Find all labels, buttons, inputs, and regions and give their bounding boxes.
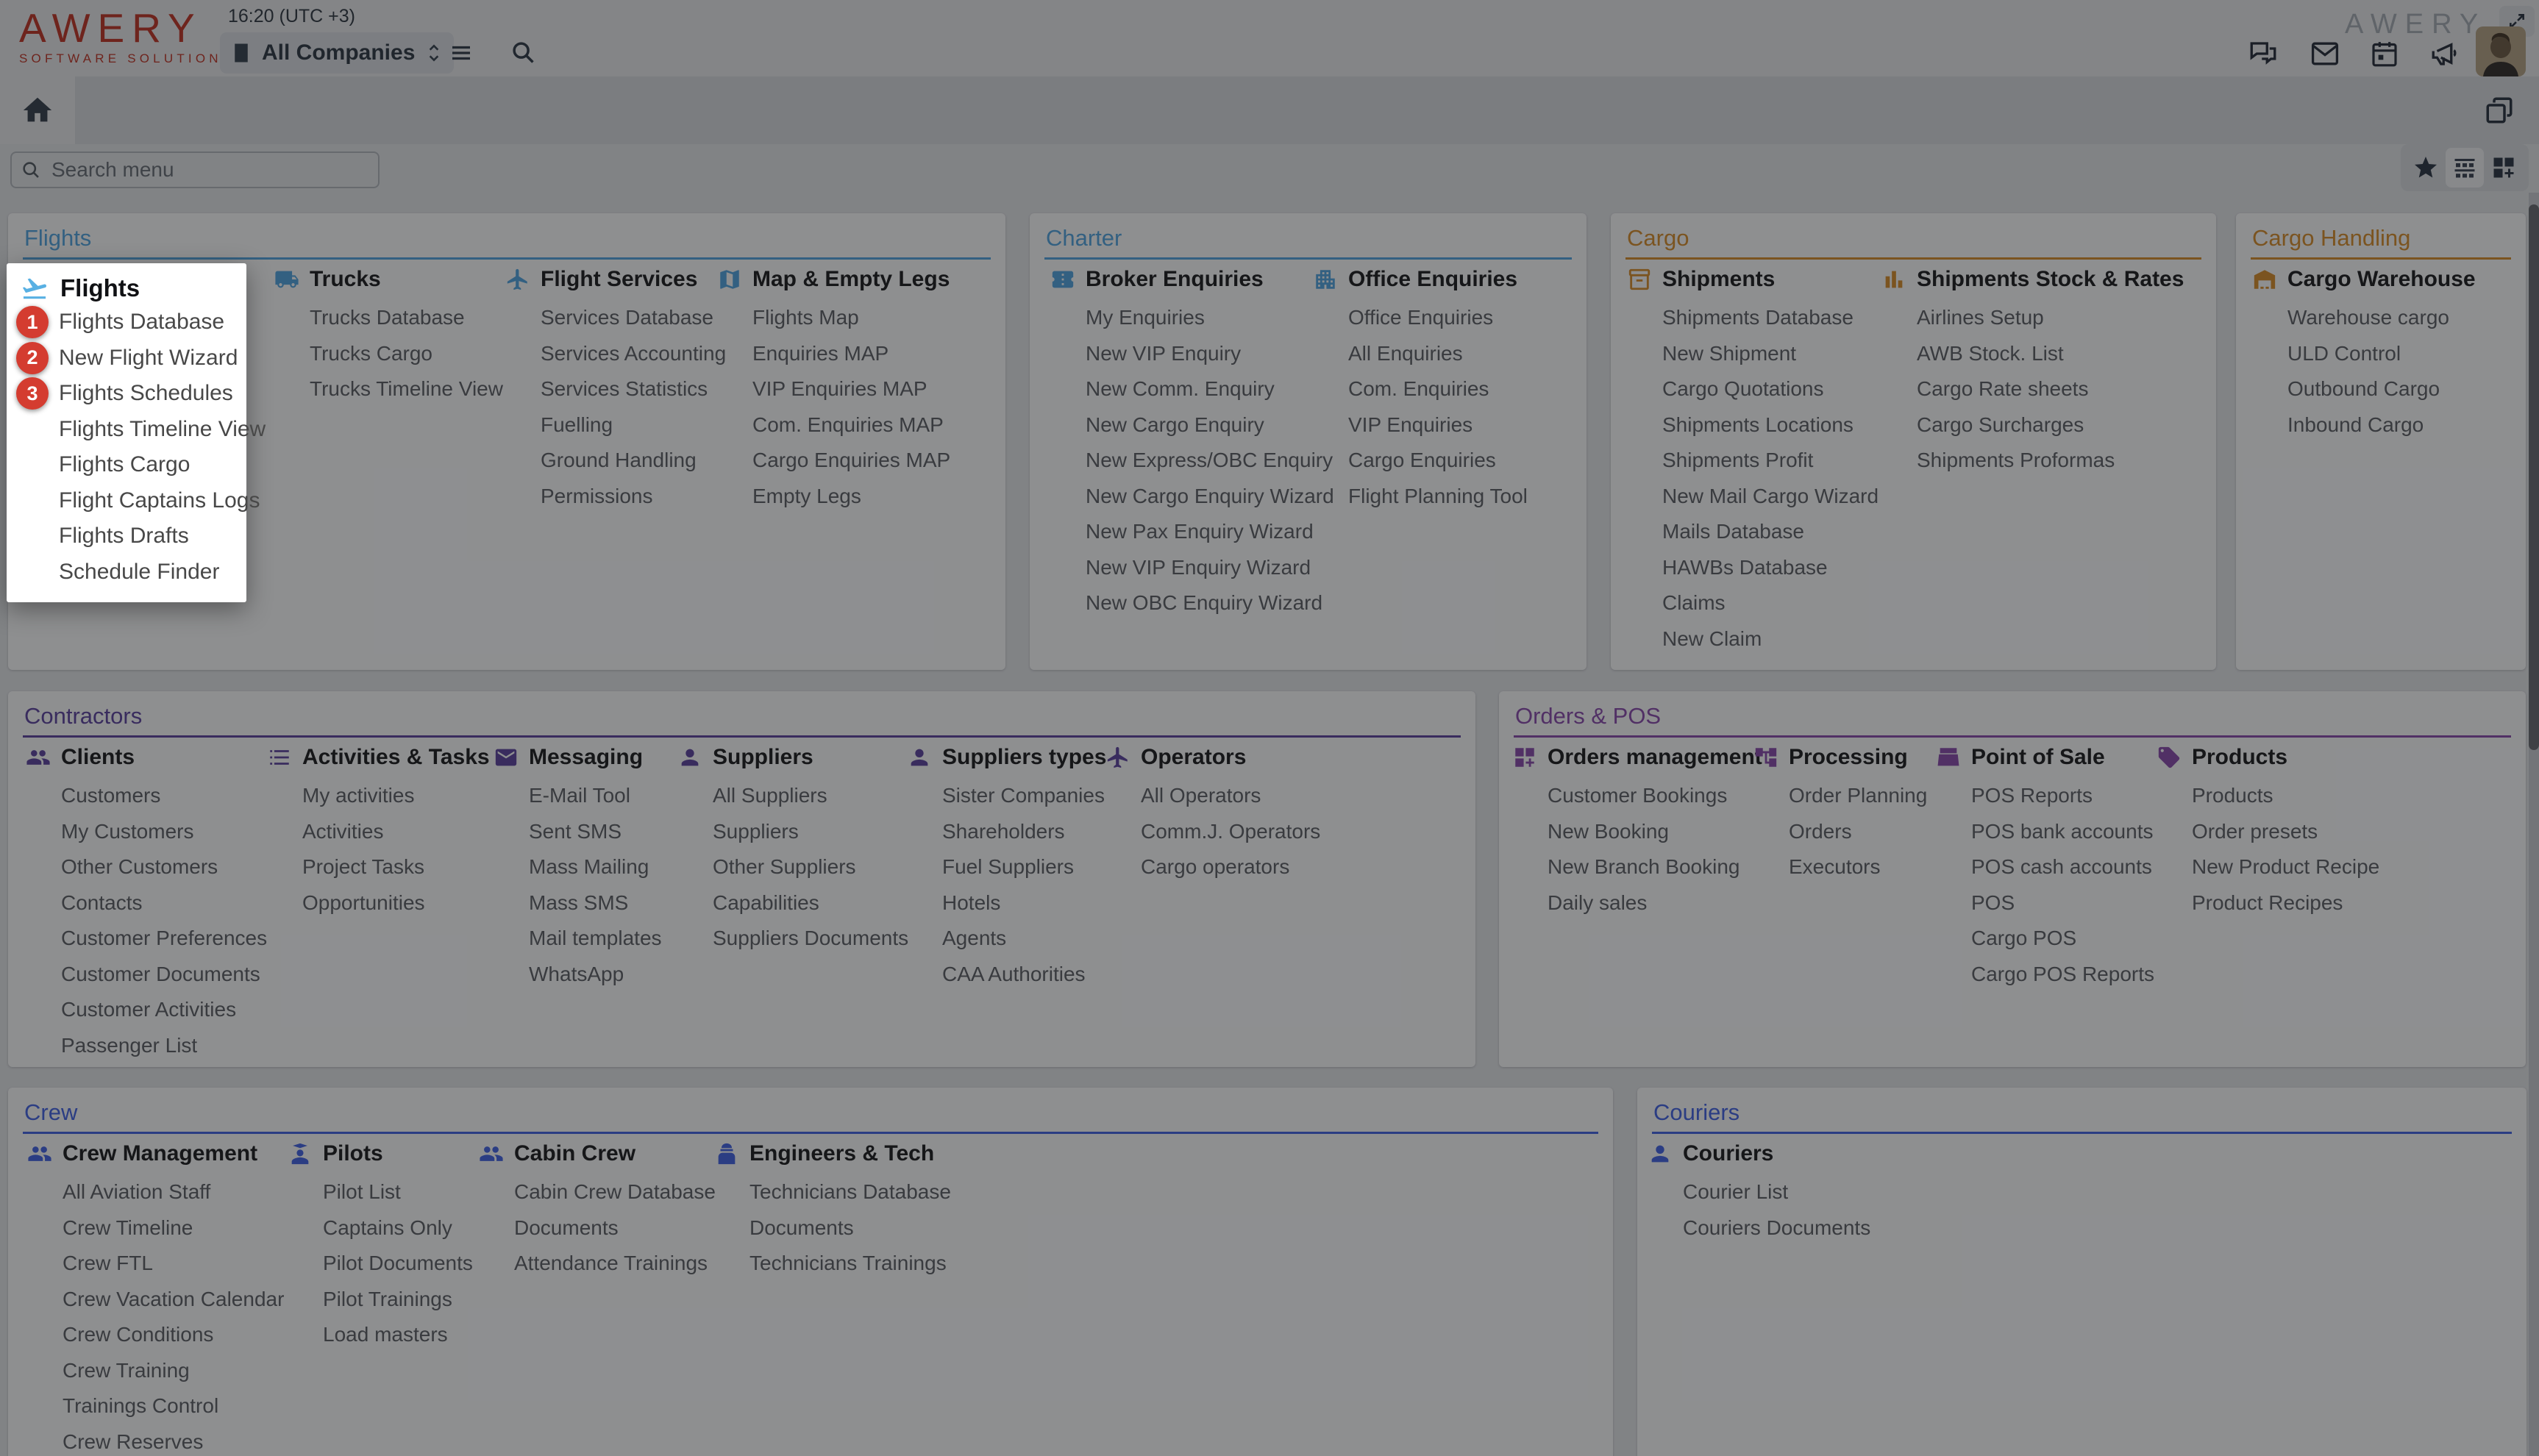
popup-title-row[interactable]: Flights — [7, 263, 246, 304]
popup-item-label: Flights Schedules — [59, 381, 233, 406]
popup-title: Flights — [60, 274, 140, 301]
popup-menu-item[interactable]: Schedule Finder — [7, 554, 246, 590]
step-badge: 2 — [16, 341, 49, 374]
flights-popup-menu: Flights 1 Flights Database 2 New Flight Wiz… — [7, 263, 266, 602]
popup-menu-item[interactable]: Flight Captains Logs — [7, 483, 260, 519]
modal-dim-overlay[interactable] — [0, 0, 2539, 1456]
popup-menu-item[interactable]: Flights Drafts — [7, 518, 246, 554]
popup-item-label: Flight Captains Logs — [59, 488, 260, 513]
plane-takeoff-icon — [22, 278, 47, 299]
popup-menu-item[interactable]: 3 Flights Schedules — [7, 376, 246, 412]
popup-item-label: Schedule Finder — [59, 559, 220, 584]
step-badge: 1 — [16, 306, 49, 339]
popup-item-label: Flights Database — [59, 310, 225, 335]
popup-menu-item[interactable]: 2 New Flight Wizard — [7, 340, 246, 377]
popup-item-label: Flights Cargo — [59, 452, 190, 477]
popup-menu-item[interactable]: Flights Cargo — [7, 447, 246, 483]
popup-item-label: Flights Drafts — [59, 524, 189, 549]
step-badge: 3 — [16, 377, 49, 410]
popup-item-label: New Flight Wizard — [59, 345, 238, 370]
popup-menu-item[interactable]: Flights Timeline View — [7, 412, 266, 448]
popup-menu-item[interactable]: 1 Flights Database — [7, 304, 246, 340]
popup-item-label: Flights Timeline View — [59, 416, 266, 441]
plane-takeoff-icon — [21, 274, 49, 302]
